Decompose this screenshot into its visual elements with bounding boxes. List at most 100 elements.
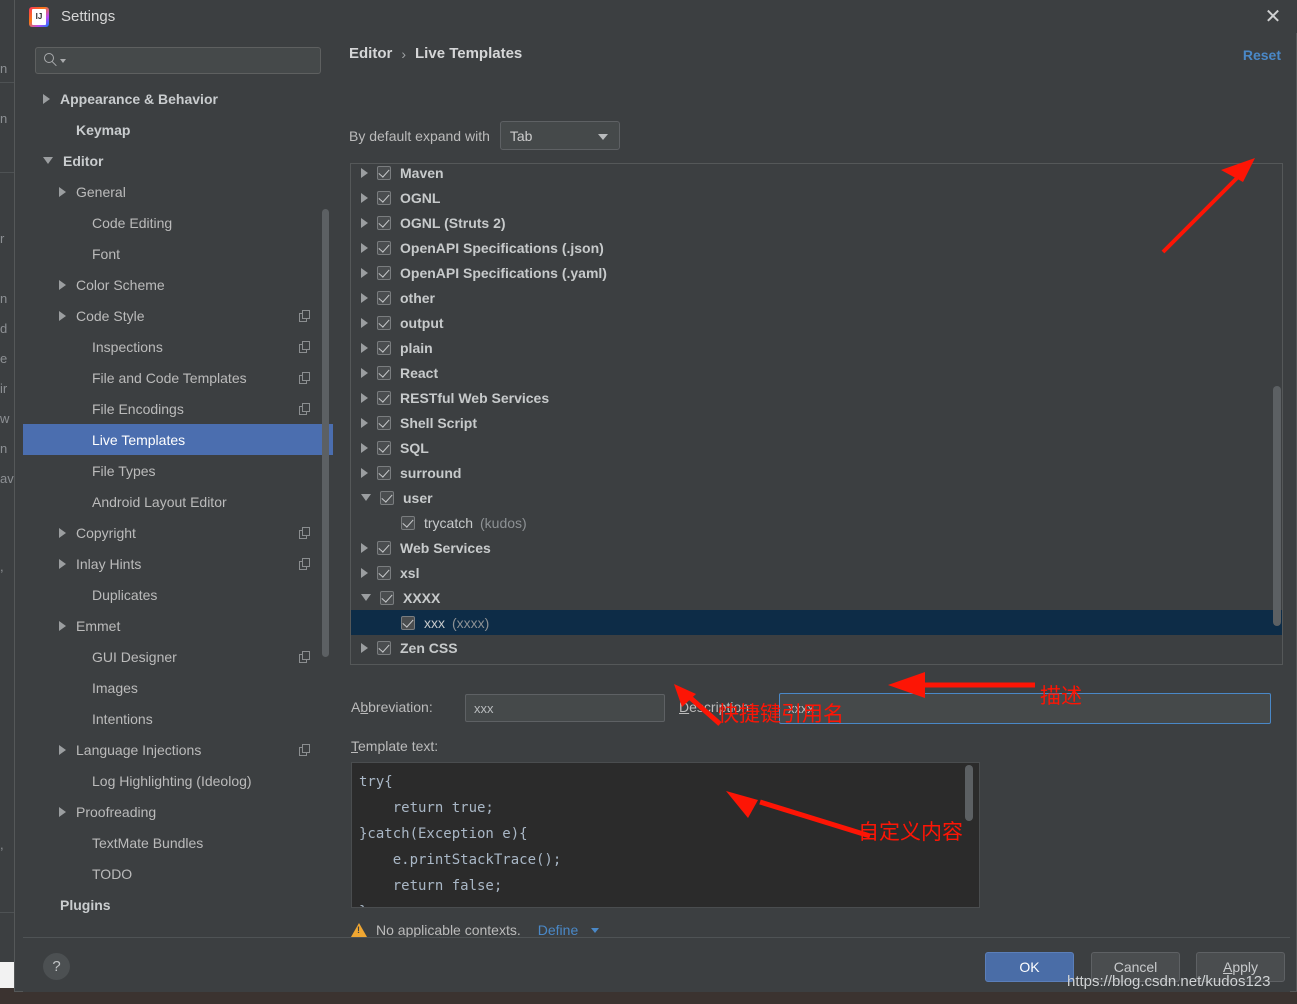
sidebar-item-keymap[interactable]: Keymap [23,114,333,145]
template-row[interactable]: XXXX [351,585,1282,610]
template-enabled-checkbox[interactable] [377,465,391,480]
search-input[interactable] [66,52,320,69]
sidebar-item-inlay-hints[interactable]: Inlay Hints [23,548,333,579]
chevron-right-icon[interactable] [59,558,66,569]
template-text-scrollbar-thumb[interactable] [965,765,973,821]
sidebar-item-duplicates[interactable]: Duplicates [23,579,333,610]
chevron-right-icon[interactable] [361,292,368,303]
template-enabled-checkbox[interactable] [377,365,391,380]
template-enabled-checkbox[interactable] [377,390,391,405]
template-enabled-checkbox[interactable] [377,265,391,280]
templates-scrollbar-thumb[interactable] [1273,386,1281,626]
template-row[interactable]: output [351,310,1282,335]
template-row[interactable]: other [351,285,1282,310]
chevron-right-icon[interactable] [361,542,368,553]
template-enabled-checkbox[interactable] [377,440,391,455]
chevron-right-icon[interactable] [59,806,66,817]
template-row[interactable]: Web Services [351,535,1282,560]
sidebar-item-file-types[interactable]: File Types [23,455,333,486]
chevron-down-icon[interactable] [43,157,53,164]
sidebar-item-copyright[interactable]: Copyright [23,517,333,548]
close-icon[interactable]: ✕ [1248,0,1297,33]
sidebar-item-file-encodings[interactable]: File Encodings [23,393,333,424]
template-row[interactable]: user [351,485,1282,510]
chevron-right-icon[interactable] [361,642,368,653]
template-enabled-checkbox[interactable] [380,490,394,505]
chevron-right-icon[interactable] [59,620,66,631]
template-row[interactable]: surround [351,460,1282,485]
template-row[interactable]: SQL [351,435,1282,460]
template-row[interactable]: OGNL (Struts 2) [351,210,1282,235]
template-row[interactable]: OGNL [351,185,1282,210]
template-enabled-checkbox[interactable] [377,190,391,205]
chevron-right-icon[interactable] [361,567,368,578]
sidebar-item-editor[interactable]: Editor [23,145,333,176]
template-enabled-checkbox[interactable] [377,340,391,355]
sidebar-item-android-layout-editor[interactable]: Android Layout Editor [23,486,333,517]
sidebar-item-plugins[interactable]: Plugins [23,889,333,920]
sidebar-item-todo[interactable]: TODO [23,858,333,889]
sidebar-item-color-scheme[interactable]: Color Scheme [23,269,333,300]
chevron-right-icon[interactable] [59,310,66,321]
sidebar-item-textmate-bundles[interactable]: TextMate Bundles [23,827,333,858]
template-enabled-checkbox[interactable] [377,165,391,180]
sidebar-item-intentions[interactable]: Intentions [23,703,333,734]
template-row[interactable]: Maven [351,164,1282,185]
template-enabled-checkbox[interactable] [377,640,391,655]
template-row[interactable]: xxx (xxxx) [351,610,1282,635]
chevron-right-icon[interactable] [59,279,66,290]
description-input[interactable] [779,693,1271,724]
template-enabled-checkbox[interactable] [377,290,391,305]
chevron-down-icon[interactable] [591,927,600,933]
template-enabled-checkbox[interactable] [377,540,391,555]
sidebar-item-font[interactable]: Font [23,238,333,269]
sidebar-item-language-injections[interactable]: Language Injections [23,734,333,765]
template-enabled-checkbox[interactable] [377,315,391,330]
template-row[interactable]: RESTful Web Services [351,385,1282,410]
chevron-right-icon[interactable] [43,93,50,104]
template-row[interactable]: Zen CSS [351,635,1282,660]
chevron-right-icon[interactable] [59,186,66,197]
sidebar-item-proofreading[interactable]: Proofreading [23,796,333,827]
sidebar-item-emmet[interactable]: Emmet [23,610,333,641]
sidebar-item-live-templates[interactable]: Live Templates [23,424,333,455]
template-row[interactable]: trycatch (kudos) [351,510,1282,535]
sidebar-scrollbar-thumb[interactable] [322,209,329,657]
help-button[interactable]: ? [43,953,70,980]
template-enabled-checkbox[interactable] [401,515,415,530]
chevron-right-icon[interactable] [361,367,368,378]
template-row[interactable]: React [351,360,1282,385]
sidebar-item-code-editing[interactable]: Code Editing [23,207,333,238]
template-row[interactable]: OpenAPI Specifications (.json) [351,235,1282,260]
template-enabled-checkbox[interactable] [377,415,391,430]
chevron-down-icon[interactable] [361,594,371,601]
sidebar-item-log-highlighting-ideolog[interactable]: Log Highlighting (Ideolog) [23,765,333,796]
chevron-down-icon[interactable] [361,494,371,501]
sidebar-item-general[interactable]: General [23,176,333,207]
live-templates-list[interactable]: Maven OGNL OGNL (Struts 2) OpenAPI Specific… [350,163,1283,665]
sidebar-item-inspections[interactable]: Inspections [23,331,333,362]
chevron-right-icon[interactable] [361,267,368,278]
chevron-right-icon[interactable] [59,527,66,538]
chevron-right-icon[interactable] [361,442,368,453]
template-enabled-checkbox[interactable] [377,565,391,580]
reset-link[interactable]: Reset [1243,47,1281,63]
template-enabled-checkbox[interactable] [380,590,394,605]
breadcrumb-parent[interactable]: Editor [349,45,392,62]
chevron-right-icon[interactable] [361,417,368,428]
chevron-right-icon[interactable] [361,192,368,203]
default-expand-select[interactable]: Tab [499,121,620,150]
chevron-right-icon[interactable] [361,317,368,328]
chevron-right-icon[interactable] [361,342,368,353]
search-box[interactable] [35,47,321,74]
sidebar-item-gui-designer[interactable]: GUI Designer [23,641,333,672]
template-row[interactable]: OpenAPI Specifications (.yaml) [351,260,1282,285]
ok-button[interactable]: OK [985,952,1074,982]
chevron-right-icon[interactable] [361,217,368,228]
abbreviation-input[interactable] [465,694,665,722]
template-row[interactable]: plain [351,335,1282,360]
chevron-right-icon[interactable] [59,744,66,755]
chevron-right-icon[interactable] [361,242,368,253]
template-enabled-checkbox[interactable] [401,615,415,630]
template-enabled-checkbox[interactable] [377,240,391,255]
